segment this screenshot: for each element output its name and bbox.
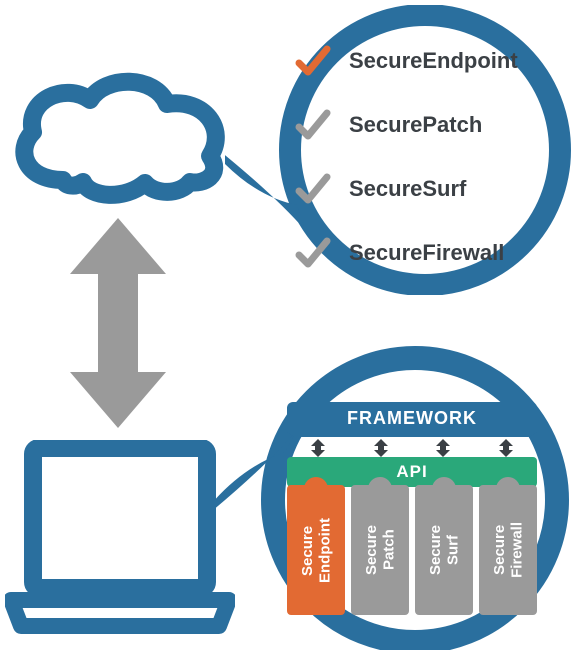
module-secure-firewall: Secure Firewall [479, 485, 537, 615]
services-checklist: SecureEndpoint SecurePatch SecureSurf Se… [295, 40, 555, 296]
check-icon [295, 235, 331, 271]
check-icon [295, 107, 331, 143]
checklist-label: SecureEndpoint [349, 48, 518, 74]
checklist-label: SecureFirewall [349, 240, 504, 266]
checklist-item: SecureSurf [295, 168, 555, 210]
checklist-label: SecurePatch [349, 112, 482, 138]
cloud-icon [5, 70, 230, 210]
module-secure-endpoint: Secure Endpoint [287, 485, 345, 615]
architecture-content: FRAMEWORK API Secure Endpoint Secure Pat… [287, 402, 537, 615]
sync-arrow-icon [70, 218, 166, 428]
updown-arrow-icon [311, 439, 325, 457]
checklist-label: SecureSurf [349, 176, 466, 202]
module-label: Secure Firewall [491, 522, 526, 578]
check-icon [295, 43, 331, 79]
laptop-icon [5, 440, 235, 635]
checklist-item: SecurePatch [295, 104, 555, 146]
module-secure-surf: Secure Surf [415, 485, 473, 615]
diagram-stage: SecureEndpoint SecurePatch SecureSurf Se… [0, 0, 580, 650]
cloud-services-bubble: SecureEndpoint SecurePatch SecureSurf Se… [225, 5, 580, 295]
checklist-item: SecureEndpoint [295, 40, 555, 82]
check-icon [295, 171, 331, 207]
module-label: Secure Endpoint [299, 518, 334, 583]
updown-arrow-icon [499, 439, 513, 457]
module-label: Secure Surf [427, 525, 462, 575]
updown-arrow-icon [436, 439, 450, 457]
checklist-item: SecureFirewall [295, 232, 555, 274]
framework-api-connectors [287, 437, 537, 457]
updown-arrow-icon [374, 439, 388, 457]
framework-label: FRAMEWORK [347, 408, 477, 428]
module-secure-patch: Secure Patch [351, 485, 409, 615]
architecture-bubble: FRAMEWORK API Secure Endpoint Secure Pat… [215, 340, 580, 650]
modules-row: Secure Endpoint Secure Patch Secure Surf… [287, 485, 537, 615]
framework-bar: FRAMEWORK [287, 402, 537, 432]
module-label: Secure Patch [363, 525, 398, 575]
api-label: API [396, 462, 427, 481]
